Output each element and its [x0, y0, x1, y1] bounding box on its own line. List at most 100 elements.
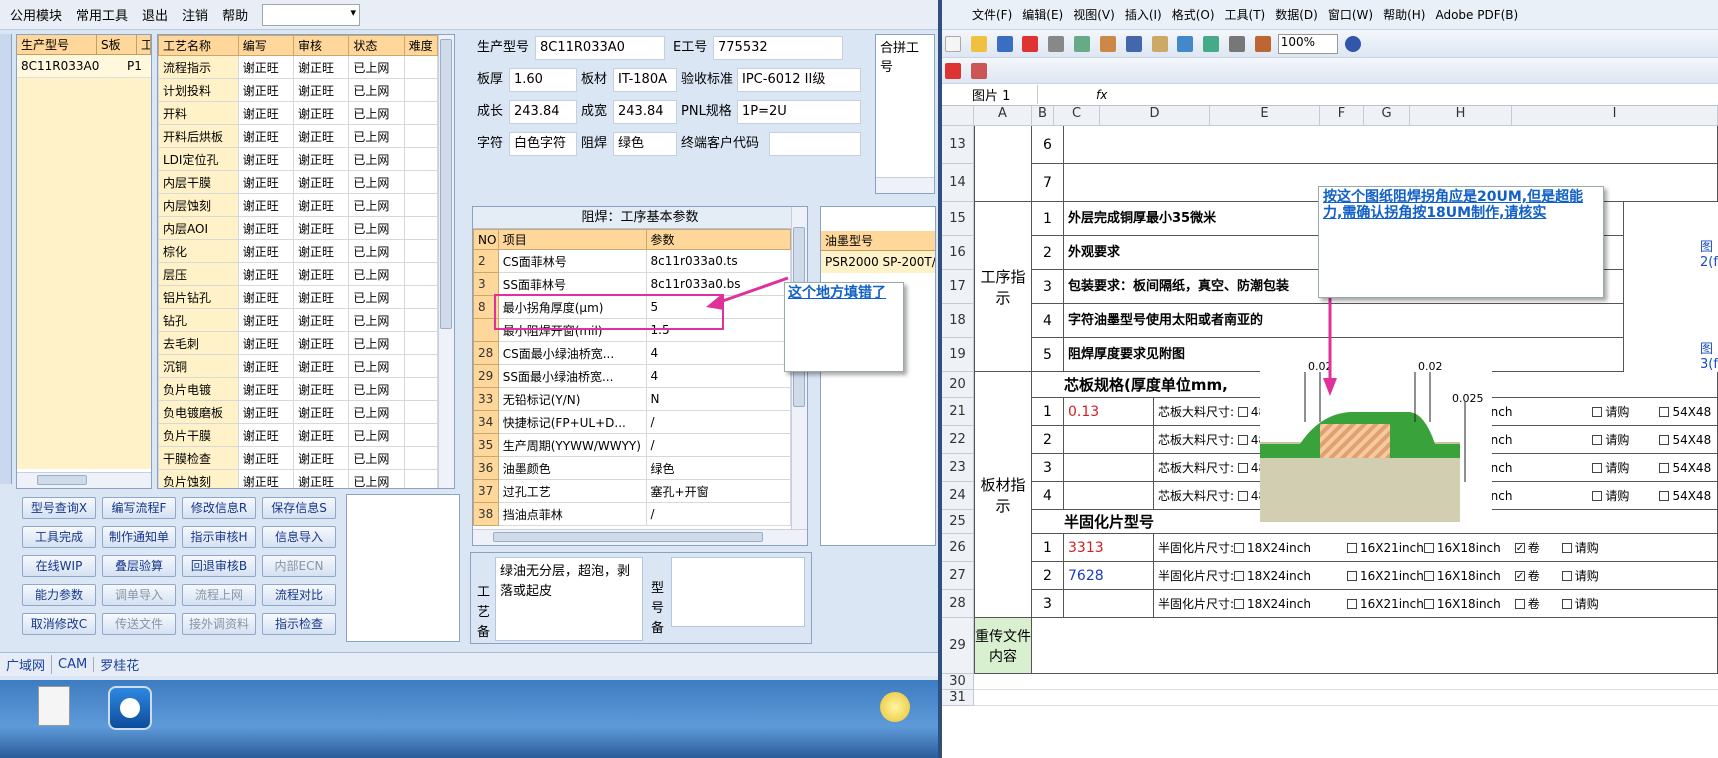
checkbox[interactable]: ✓	[1514, 542, 1525, 553]
table-row[interactable]: 36 油墨颜色 绿色	[473, 456, 792, 480]
file-icon[interactable]	[38, 686, 70, 726]
new-icon[interactable]	[945, 36, 961, 52]
table-row[interactable]: 开料后烘板 谢正旺 谢正旺 已上网	[158, 124, 439, 148]
checkbox[interactable]	[1423, 570, 1434, 581]
checkbox[interactable]	[1423, 598, 1434, 609]
char-field[interactable]: 白色字符	[509, 132, 577, 156]
model-hscroll[interactable]	[17, 472, 151, 488]
action-button[interactable]: 在线WIP	[22, 555, 96, 577]
row-header[interactable]: 22	[942, 426, 974, 454]
excel-menu-item[interactable]: Adobe PDF(B)	[1435, 8, 1518, 22]
half-type[interactable]	[1064, 590, 1154, 618]
row-header[interactable]: 15	[942, 202, 974, 236]
checkbox[interactable]	[1234, 598, 1245, 609]
paste-icon[interactable]	[1151, 36, 1168, 52]
col-header[interactable]: NO	[473, 229, 499, 250]
column-header[interactable]: C	[1054, 106, 1100, 126]
ink-value[interactable]: PSR2000 SP-200T/	[821, 251, 935, 273]
action-button[interactable]: 叠层验算	[102, 555, 176, 577]
column-header[interactable]: E	[1210, 106, 1320, 126]
core-thickness[interactable]	[1064, 426, 1154, 454]
menu-help[interactable]: 帮助	[218, 3, 252, 26]
column-header[interactable]: B	[1032, 106, 1054, 126]
excel-menu-item[interactable]: 视图(V)	[1073, 6, 1115, 23]
table-row[interactable]: 内层AOI 谢正旺 谢正旺 已上网	[158, 216, 439, 240]
process-vscroll[interactable]	[438, 35, 454, 488]
eno-field[interactable]: 775532	[713, 36, 843, 60]
checkbox[interactable]	[1659, 462, 1670, 473]
col-header[interactable]: 项目	[497, 229, 647, 250]
side-link[interactable]: 图2(f	[1700, 236, 1718, 304]
col-extra[interactable]: 工	[137, 35, 151, 55]
notes-text-2[interactable]	[671, 557, 805, 627]
checkbox[interactable]	[1237, 462, 1248, 473]
table-row[interactable]: 33 无铅标记(Y/N) N	[473, 387, 792, 411]
action-button[interactable]: 内部ECN	[262, 555, 336, 577]
menu-exit[interactable]: 退出	[138, 3, 172, 26]
width-field[interactable]: 243.84	[613, 100, 677, 124]
excel-menu-item[interactable]: 格式(O)	[1172, 6, 1215, 23]
zoom-box[interactable]: 100%	[1277, 34, 1338, 54]
table-row[interactable]: 内层干膜 谢正旺 谢正旺 已上网	[158, 170, 439, 194]
action-button[interactable]: 制作通知单	[102, 526, 176, 548]
table-row[interactable]: 开料 谢正旺 谢正旺 已上网	[158, 101, 439, 125]
print-icon[interactable]	[1048, 36, 1065, 52]
action-button[interactable]: 回退审核B	[182, 555, 256, 577]
table-row[interactable]: 负片干膜 谢正旺 谢正旺 已上网	[158, 423, 439, 447]
action-button[interactable]: 能力参数	[22, 584, 96, 606]
column-header[interactable]: A	[974, 106, 1032, 126]
checkbox[interactable]	[1237, 434, 1248, 445]
col-header[interactable]: 难度	[403, 35, 439, 56]
core-thickness[interactable]	[1064, 454, 1154, 482]
action-button[interactable]: 指示检查	[262, 613, 336, 635]
action-button[interactable]: 流程上网	[182, 584, 256, 606]
checkbox[interactable]	[1659, 490, 1670, 501]
table-row[interactable]: LDI定位孔 谢正旺 谢正旺 已上网	[158, 147, 439, 171]
row-header[interactable]: 21	[942, 398, 974, 426]
param-value[interactable]: N	[645, 387, 792, 411]
thickness-field[interactable]: 1.60	[509, 68, 577, 92]
pdf-mail-icon[interactable]	[970, 63, 987, 79]
table-row[interactable]: 铝片钻孔 谢正旺 谢正旺 已上网	[158, 285, 439, 309]
action-button[interactable]: 工具完成	[22, 526, 96, 548]
checkbox[interactable]	[1237, 406, 1248, 417]
open-icon[interactable]	[970, 36, 987, 52]
table-row[interactable]: 38 挡油点菲林 /	[473, 502, 792, 526]
checkbox[interactable]	[1237, 490, 1248, 501]
checkbox[interactable]	[1346, 542, 1357, 553]
side-link[interactable]: 图3(f	[1700, 338, 1718, 372]
action-button[interactable]: 取消修改C	[22, 613, 96, 635]
row-header[interactable]: 28	[942, 590, 974, 618]
table-row[interactable]: 35 生产周期(YYWW/WWYY) /	[473, 433, 792, 457]
core-thickness[interactable]	[1064, 482, 1154, 510]
action-button[interactable]: 修改信息R	[182, 497, 256, 519]
table-row[interactable]: 棕化 谢正旺 谢正旺 已上网	[158, 239, 439, 263]
checkbox[interactable]	[1514, 598, 1525, 609]
param-value[interactable]: /	[645, 410, 792, 434]
customer-field[interactable]	[769, 132, 861, 156]
mask-field[interactable]: 绿色	[613, 132, 677, 156]
tab-cam[interactable]: CAM	[52, 657, 95, 672]
column-header[interactable]: I	[1512, 106, 1718, 126]
checkbox[interactable]	[1592, 462, 1603, 473]
length-field[interactable]: 243.84	[509, 100, 577, 124]
excel-menu-item[interactable]: 数据(D)	[1275, 6, 1318, 23]
action-button[interactable]: 编写流程F	[102, 497, 176, 519]
action-button[interactable]: 传送文件	[102, 613, 176, 635]
col-header[interactable]: 编写	[237, 35, 295, 56]
excel-menu-item[interactable]: 窗口(W)	[1328, 6, 1373, 23]
chart-icon[interactable]	[1254, 36, 1271, 52]
checkbox[interactable]	[1234, 542, 1245, 553]
table-row[interactable]: 沉铜 谢正旺 谢正旺 已上网	[158, 354, 439, 378]
col-header[interactable]: 参数	[645, 229, 792, 250]
solder-mask-picture[interactable]: 0.02 0.02 0.025	[1260, 360, 1492, 522]
param-value[interactable]: 4	[645, 364, 792, 388]
fx-icon[interactable]: fx	[1038, 88, 1107, 102]
row-header[interactable]: 27	[942, 562, 974, 590]
table-row[interactable]: 29 SS面最小绿油桥宽... 4	[473, 364, 792, 388]
row-header[interactable]: 17	[942, 270, 974, 304]
action-button[interactable]: 接外调资料	[182, 613, 256, 635]
table-row[interactable]: 干膜检查 谢正旺 谢正旺 已上网	[158, 446, 439, 470]
col-header[interactable]: 工艺名称	[158, 35, 239, 56]
param-value[interactable]: 塞孔+开窗	[645, 479, 792, 503]
